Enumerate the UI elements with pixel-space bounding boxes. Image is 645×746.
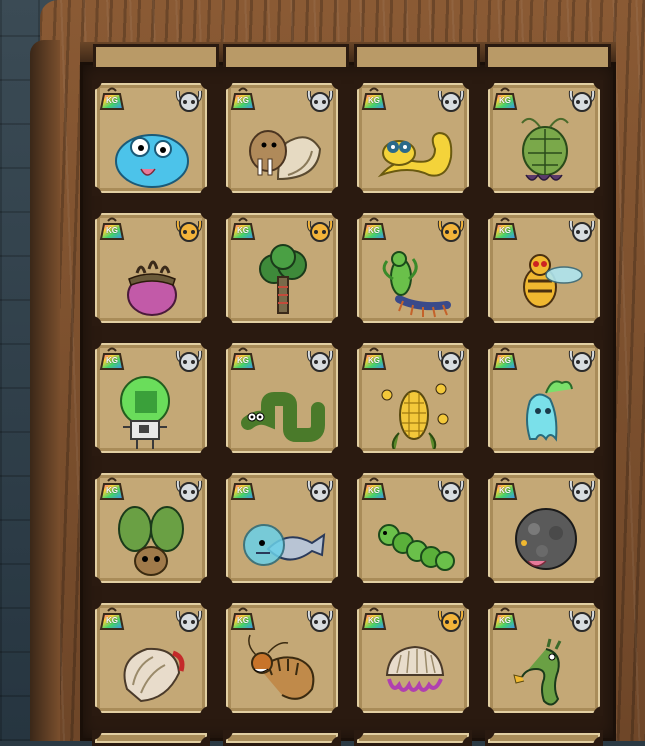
kg-label: KG: [106, 486, 118, 495]
creature-slot[interactable]: KG: [485, 470, 603, 586]
partial-slot: [223, 730, 341, 746]
kg-weight-icon: KG: [492, 217, 518, 241]
kg-weight-icon: KG: [230, 87, 256, 111]
kg-label: KG: [106, 96, 118, 105]
kg-weight-icon: KG: [492, 87, 518, 111]
broccoli-tree-creature: [238, 239, 328, 319]
kg-weight-icon: KG: [230, 347, 256, 371]
kg-label: KG: [106, 356, 118, 365]
kg-label: KG: [368, 96, 380, 105]
seahorse-creature: [500, 629, 590, 709]
turtle-shell-plant-creature: [500, 109, 590, 189]
kg-label: KG: [368, 486, 380, 495]
kg-weight-icon: KG: [361, 607, 387, 631]
purple-pot-creature: [107, 239, 197, 319]
fish-bubble-creature: [238, 499, 328, 579]
creature-slot[interactable]: KG: [354, 470, 472, 586]
creature-slot[interactable]: KG: [354, 340, 472, 456]
kg-weight-icon: KG: [99, 87, 125, 111]
kg-label: KG: [499, 616, 511, 625]
kg-label: KG: [368, 616, 380, 625]
kg-weight-icon: KG: [492, 477, 518, 501]
green-snake-creature: [238, 369, 328, 449]
partial-slot: [223, 44, 349, 67]
creature-slot[interactable]: KG: [485, 80, 603, 196]
kg-weight-icon: KG: [99, 607, 125, 631]
kg-label: KG: [237, 356, 249, 365]
caterpillar-creature: [369, 499, 459, 579]
kg-label: KG: [237, 96, 249, 105]
creature-slot[interactable]: KG: [92, 340, 210, 456]
kg-label: KG: [237, 616, 249, 625]
kg-label: KG: [368, 226, 380, 235]
partial-slot: [485, 44, 611, 67]
kg-weight-icon: KG: [361, 217, 387, 241]
creature-slot[interactable]: KG: [485, 340, 603, 456]
kg-weight-icon: KG: [361, 87, 387, 111]
shrimp-dragon-creature: [238, 629, 328, 709]
creature-slot[interactable]: KG: [354, 80, 472, 196]
kg-weight-icon: KG: [230, 477, 256, 501]
kg-weight-icon: KG: [492, 347, 518, 371]
corn-bee-creature: [369, 369, 459, 452]
creature-slot[interactable]: KG: [92, 600, 210, 716]
creature-slot[interactable]: KG: [92, 80, 210, 196]
kg-weight-icon: KG: [492, 607, 518, 631]
kg-label: KG: [499, 356, 511, 365]
kg-label: KG: [237, 226, 249, 235]
kg-weight-icon: KG: [99, 477, 125, 501]
green-dome-robot-creature: [107, 369, 197, 449]
partial-slot: [354, 44, 480, 67]
kg-label: KG: [368, 356, 380, 365]
kg-label: KG: [499, 96, 511, 105]
partial-slot: [92, 730, 210, 746]
kg-label: KG: [106, 226, 118, 235]
blue-slime-creature: [107, 109, 197, 189]
creature-slot[interactable]: KG: [354, 210, 472, 326]
rock-golem-creature: [500, 499, 590, 579]
walrus-snail-creature: [238, 109, 328, 189]
creature-slot[interactable]: KG: [485, 600, 603, 716]
frame-edge: [30, 40, 60, 741]
kg-weight-icon: KG: [230, 607, 256, 631]
creature-slot[interactable]: KG: [92, 210, 210, 326]
creature-slot[interactable]: KG: [485, 210, 603, 326]
ghost-flame-creature: [500, 369, 590, 449]
shell-jellyfish-creature: [369, 629, 459, 709]
kg-label: KG: [499, 486, 511, 495]
kg-weight-icon: KG: [230, 217, 256, 241]
cactus-bunny-creature: [107, 499, 197, 579]
creature-slot[interactable]: KG: [92, 470, 210, 586]
mantis-centipede-creature: [369, 239, 459, 319]
partial-slot: [485, 730, 603, 746]
creature-slot[interactable]: KG: [223, 210, 341, 326]
kg-weight-icon: KG: [361, 347, 387, 371]
kg-weight-icon: KG: [99, 217, 125, 241]
creature-slot[interactable]: KG: [223, 470, 341, 586]
creature-slot[interactable]: KG: [223, 80, 341, 196]
kg-label: KG: [237, 486, 249, 495]
yellow-gecko-creature: [369, 109, 459, 189]
kg-weight-icon: KG: [99, 347, 125, 371]
creature-slot[interactable]: KG: [223, 340, 341, 456]
kg-label: KG: [499, 226, 511, 235]
kg-label: KG: [106, 616, 118, 625]
creature-slot[interactable]: KG: [223, 600, 341, 716]
clam-shell-creature: [107, 629, 197, 709]
partial-slot: [93, 44, 219, 67]
creature-slot[interactable]: KG: [354, 600, 472, 716]
kg-weight-icon: KG: [361, 477, 387, 501]
partial-slot: [354, 730, 472, 746]
bee-fly-creature: [500, 239, 590, 319]
